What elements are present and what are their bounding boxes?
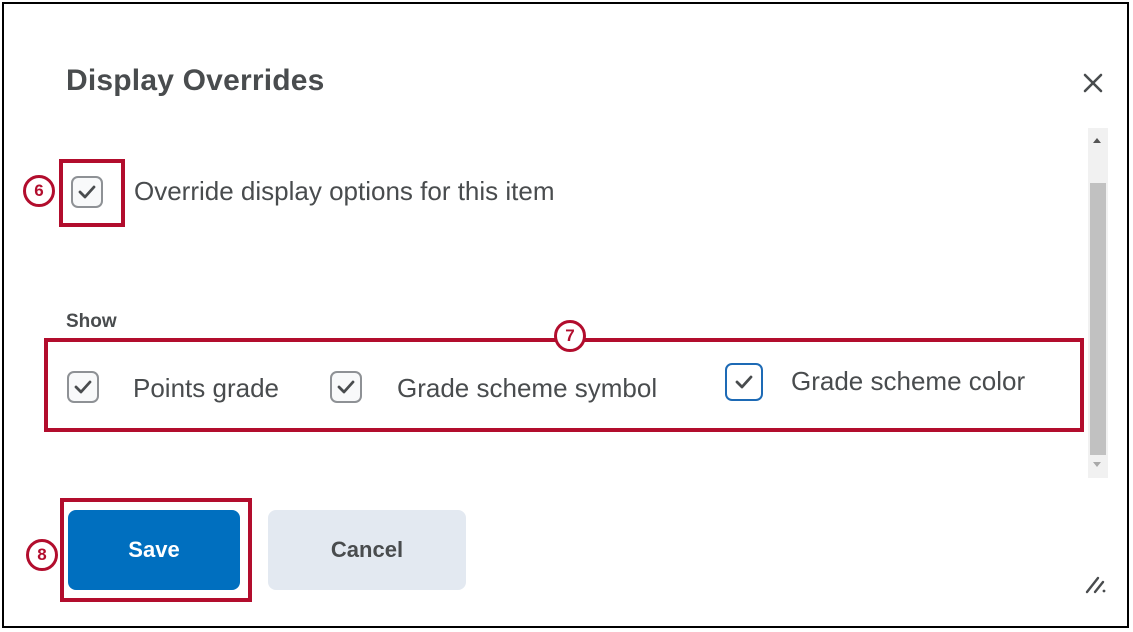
points-grade-label: Points grade (133, 373, 279, 403)
grade-scheme-color-label: Grade scheme color (791, 366, 1026, 396)
resize-handle-icon[interactable] (1083, 571, 1107, 595)
scroll-up-arrow-icon[interactable] (1093, 138, 1101, 143)
points-grade-checkbox[interactable] (67, 371, 99, 403)
annotation-badge-step7: 7 (554, 320, 586, 352)
show-heading: Show (66, 311, 117, 332)
save-button[interactable]: Save (68, 510, 240, 590)
grade-scheme-color-checkbox[interactable] (725, 363, 763, 401)
scroll-down-arrow-icon[interactable] (1093, 462, 1101, 467)
checkmark-icon (337, 380, 355, 394)
override-checkbox[interactable] (71, 176, 103, 208)
annotation-badge-step6: 6 (23, 175, 55, 207)
annotation-badge-step8: 8 (26, 539, 58, 571)
scrollbar-thumb[interactable] (1090, 183, 1106, 455)
dialog-title: Display Overrides (66, 64, 325, 97)
grade-scheme-symbol-label: Grade scheme symbol (397, 373, 658, 403)
grade-scheme-symbol-checkbox[interactable] (330, 371, 362, 403)
close-button[interactable] (1076, 66, 1110, 100)
checkmark-icon (735, 375, 753, 389)
override-label: Override display options for this item (134, 176, 555, 206)
close-icon (1083, 73, 1103, 93)
cancel-button[interactable]: Cancel (268, 510, 466, 590)
checkmark-icon (74, 380, 92, 394)
checkmark-icon (78, 185, 96, 199)
